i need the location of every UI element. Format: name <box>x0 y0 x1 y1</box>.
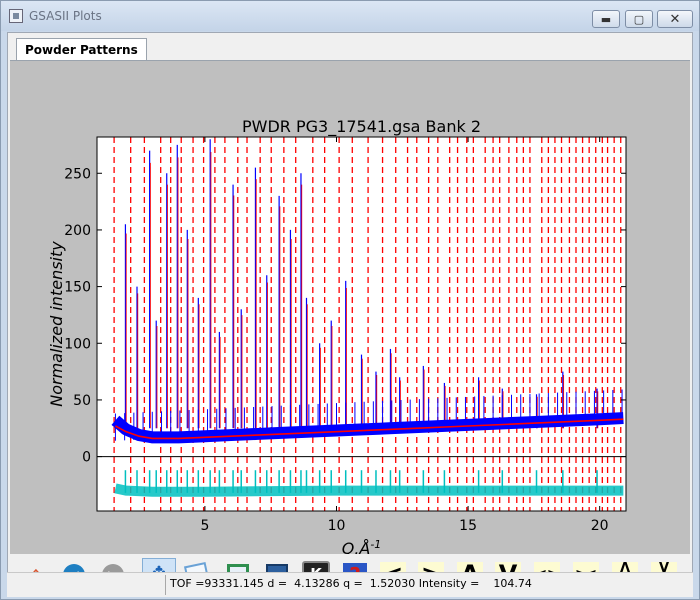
tab-powder-patterns[interactable]: Powder Patterns <box>16 38 147 60</box>
chart-title: PWDR PG3_17541.gsa Bank 2 <box>242 117 481 137</box>
minimize-button[interactable]: ▬ <box>592 10 620 28</box>
gsas-plots-window: GSASII Plots ▬ ▢ ✕ Powder Patterns 5 10 15… <box>0 0 700 600</box>
status-readout: TOF =93331.145 d = 4.13286 q = 1.52030 I… <box>170 577 532 590</box>
x-tick-label: 5 <box>200 518 209 534</box>
y-tick-label: 250 <box>64 166 91 182</box>
close-button[interactable]: ✕ <box>657 10 693 28</box>
app-icon <box>9 9 23 23</box>
maximize-button[interactable]: ▢ <box>625 10 653 28</box>
difference-curve <box>114 483 624 497</box>
title-bar[interactable]: GSASII Plots ▬ ▢ ✕ <box>1 1 699 31</box>
x-tick-label: 10 <box>328 518 346 534</box>
powder-pattern-chart[interactable]: 5 10 15 20050100150200250PWDR PG3_17541.gsa… <box>10 61 690 558</box>
client-area: Powder Patterns 5 10 15 20 0 50 100 150 200 250 PW… <box>7 32 693 596</box>
minimize-icon: ▬ <box>600 12 612 26</box>
y-tick-label: 150 <box>64 280 91 296</box>
plot-area <box>97 137 626 511</box>
window-title: GSASII Plots <box>29 9 102 23</box>
plot-canvas[interactable]: 5 10 15 20 0 50 100 150 200 250 PWDR PG3_17541.gsa… <box>10 60 690 558</box>
y-axis-label: Normalized intensity <box>47 241 66 407</box>
y-tick-label: 50 <box>73 393 91 409</box>
maximize-icon: ▢ <box>633 12 645 26</box>
status-bar: TOF =93331.145 d = 4.13286 q = 1.52030 I… <box>7 572 693 597</box>
y-tick-label: 100 <box>64 336 91 352</box>
close-icon: ✕ <box>669 11 681 27</box>
y-tick-label: 200 <box>64 223 91 239</box>
x-axis-label: Q,Å-1 <box>342 538 382 556</box>
status-separator <box>165 575 166 595</box>
y-tick-label: 0 <box>82 450 91 466</box>
x-tick-label: 20 <box>591 518 609 534</box>
x-tick-label: 15 <box>459 518 477 534</box>
